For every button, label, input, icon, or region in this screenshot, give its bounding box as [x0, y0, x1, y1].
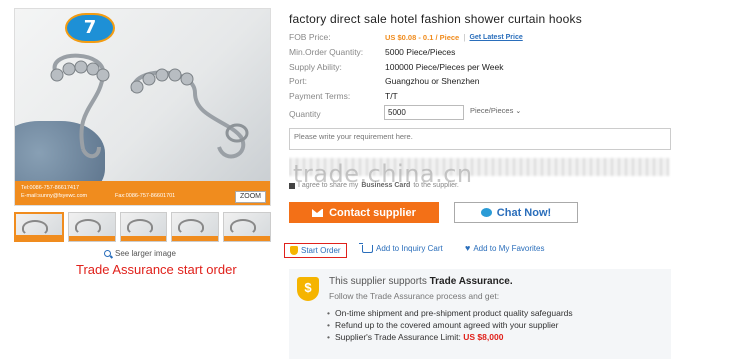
- photo-contact-right: Fax:0086-757-86601701: [115, 193, 176, 199]
- trade-assurance-heading: This supplier supports Trade Assurance.: [329, 276, 513, 287]
- list-item: Refund up to the covered amount agreed w…: [327, 319, 573, 331]
- ta-heading-bold: Trade Assurance.: [429, 276, 513, 287]
- thumbnail[interactable]: [171, 212, 220, 242]
- ta-heading-prefix: This supplier supports: [329, 276, 427, 287]
- heart-icon: ♥: [465, 243, 471, 253]
- port-value: Guangzhou or Shenzhen: [385, 76, 480, 86]
- payment-label: Payment Terms:: [289, 91, 351, 101]
- quantity-unit-label: Piece/Pieces: [470, 106, 514, 115]
- price-separator: |: [463, 32, 466, 42]
- trade-assurance-subtitle: Follow the Trade Assurance process and g…: [329, 291, 500, 301]
- contact-supplier-button[interactable]: Contact supplier: [289, 202, 439, 223]
- share-suffix: to the supplier.: [413, 182, 459, 189]
- favorites-label: Add to My Favorites: [473, 244, 545, 253]
- product-main-image[interactable]: 7 Tel:0086-757-86617417 E-mail:sunny@fsy…: [14, 8, 271, 206]
- supply-value: 100000 Piece/Pieces per Week: [385, 62, 504, 72]
- thumbnail[interactable]: [223, 212, 271, 242]
- port-label: Port:: [289, 76, 307, 86]
- share-prefix: I agree to share my: [298, 182, 359, 189]
- moq-value: 5000 Piece/Pieces: [385, 47, 456, 57]
- thumbnail[interactable]: [14, 212, 64, 242]
- shower-hooks-illustration: [50, 53, 249, 159]
- moq-row: Min.Order Quantity: 5000 Piece/Pieces: [289, 45, 455, 59]
- quantity-unit-select[interactable]: Piece/Pieces ⌄: [470, 106, 521, 115]
- get-latest-price-link[interactable]: Get Latest Price: [469, 34, 522, 41]
- supply-label: Supply Ability:: [289, 62, 342, 72]
- fob-price-row: FOB Price: US $0.08 - 0.1 / Piece | Get …: [289, 30, 523, 44]
- list-item: Supplier's Trade Assurance Limit: US $8,…: [327, 331, 573, 343]
- envelope-icon: [312, 208, 324, 217]
- port-row: Port: Guangzhou or Shenzhen: [289, 74, 480, 88]
- fob-price-value: US $0.08 - 0.1 / Piece: [385, 32, 460, 42]
- share-bold: Business Card: [361, 182, 411, 189]
- start-order-label: Start Order: [301, 246, 341, 255]
- see-larger-label: See larger image: [115, 249, 176, 258]
- moq-label: Min.Order Quantity:: [289, 47, 364, 57]
- zoom-button[interactable]: ZOOM: [235, 191, 266, 203]
- add-to-inquiry-cart-link[interactable]: Add to Inquiry Cart: [359, 242, 443, 253]
- share-business-card-row[interactable]: I agree to share my Business Card to the…: [289, 182, 459, 189]
- photo-contact-band: Tel:0086-757-86617417 E-mail:sunny@fsyew…: [15, 181, 270, 205]
- trade-assurance-panel: $ This supplier supports Trade Assurance…: [289, 269, 671, 359]
- brand-logo: 7: [65, 13, 115, 43]
- thumbnail[interactable]: [67, 212, 116, 242]
- ta-limit-value: US $8,000: [463, 332, 504, 342]
- annotation-caption: Trade Assurance start order: [76, 262, 237, 277]
- quantity-row: Quantity: [289, 107, 385, 121]
- share-checkbox[interactable]: [289, 182, 295, 189]
- payment-value: T/T: [385, 91, 398, 101]
- start-order-button[interactable]: Start Order: [284, 243, 347, 258]
- ta-limit-label: Supplier's Trade Assurance Limit:: [334, 332, 461, 342]
- magnifier-icon: [104, 250, 111, 257]
- photo-contact-left: Tel:0086-757-86617417 E-mail:sunny@fsyew…: [21, 185, 88, 199]
- list-item: On-time shipment and pre-shipment produc…: [327, 307, 573, 319]
- quantity-input[interactable]: [384, 105, 464, 120]
- chat-now-button[interactable]: Chat Now!: [454, 202, 578, 223]
- chat-bubble-icon: [480, 208, 492, 217]
- chevron-down-icon: ⌄: [515, 107, 522, 115]
- add-to-favorites-link[interactable]: ♥ Add to My Favorites: [465, 243, 545, 254]
- chat-now-label: Chat Now!: [496, 206, 552, 219]
- requirement-textarea[interactable]: [289, 128, 671, 150]
- cart-icon: [359, 242, 373, 253]
- contact-supplier-label: Contact supplier: [329, 206, 416, 219]
- payment-row: Payment Terms: T/T: [289, 89, 398, 103]
- fob-price-label: FOB Price:: [289, 32, 331, 42]
- trade-assurance-shield-icon: [290, 246, 298, 255]
- inquiry-cart-label: Add to Inquiry Cart: [376, 244, 443, 253]
- product-title: factory direct sale hotel fashion shower…: [289, 12, 582, 26]
- see-larger-image-link[interactable]: See larger image: [104, 249, 176, 258]
- trade-assurance-dollar-icon: $: [297, 277, 319, 301]
- thumbnail[interactable]: [119, 212, 168, 242]
- supply-row: Supply Ability: 100000 Piece/Pieces per …: [289, 60, 503, 74]
- trade-assurance-list: On-time shipment and pre-shipment produc…: [327, 307, 573, 343]
- thumbnail-strip: [14, 212, 271, 242]
- quantity-label: Quantity: [289, 109, 321, 119]
